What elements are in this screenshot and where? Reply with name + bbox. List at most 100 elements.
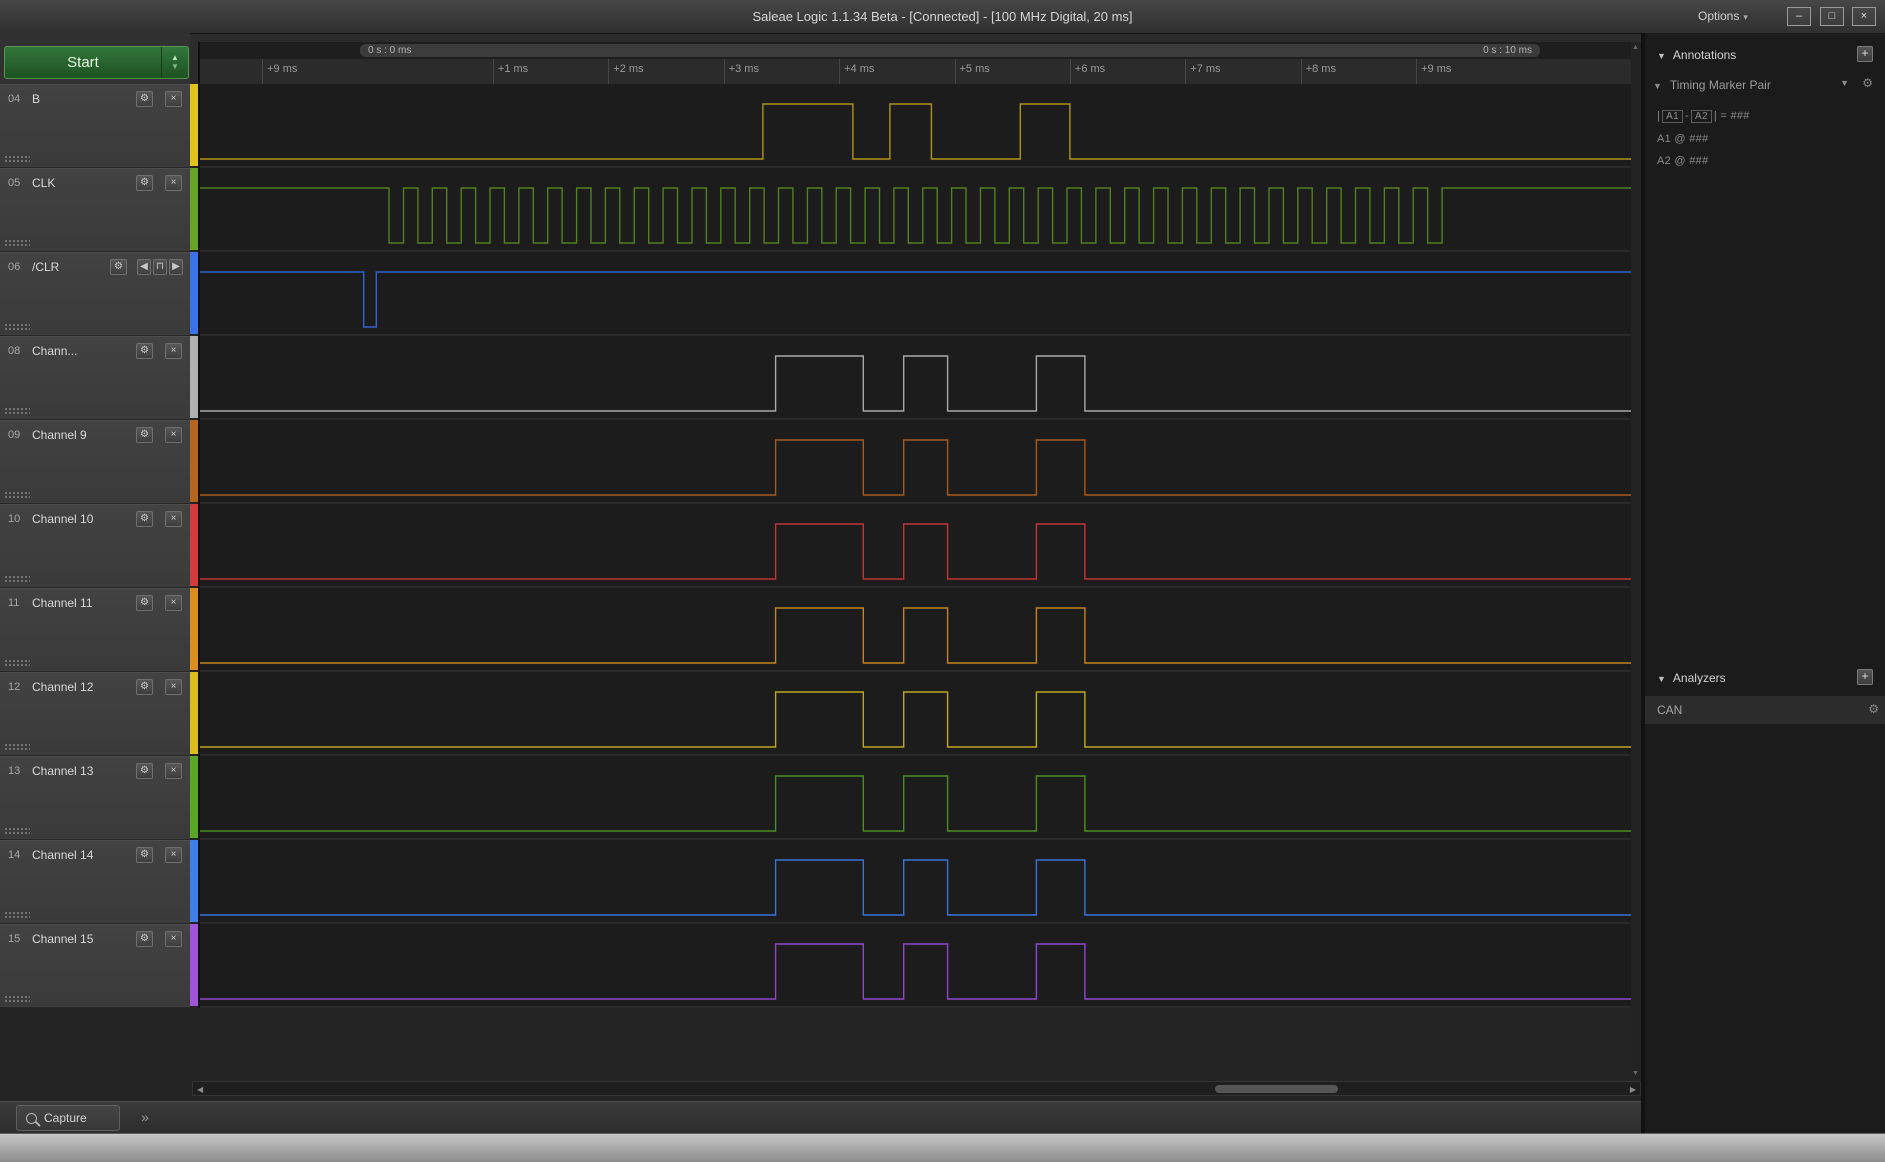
channel-settings-icon[interactable]: ⚙ <box>136 91 153 107</box>
marker-delta-line: | A1- A2 | = ### <box>1657 110 1750 123</box>
more-tabs-button[interactable]: » <box>132 1105 158 1131</box>
channel-remove-icon[interactable]: × <box>165 763 182 779</box>
add-analyzer-button[interactable]: + <box>1857 669 1873 685</box>
channel-drag-handle[interactable] <box>4 407 30 415</box>
channel-name[interactable]: B <box>32 92 40 106</box>
channel-drag-handle[interactable] <box>4 827 30 835</box>
maximize-button[interactable]: □ <box>1820 7 1844 26</box>
waveform-trace <box>200 691 1631 748</box>
channel-color-strip <box>190 168 198 252</box>
channel-drag-handle[interactable] <box>4 911 30 919</box>
waveform-area[interactable] <box>198 84 1631 1008</box>
timeline-tick <box>262 59 264 84</box>
channel-drag-handle[interactable] <box>4 323 30 331</box>
channel-remove-icon[interactable]: × <box>165 595 182 611</box>
waveform-row-13[interactable] <box>200 756 1631 840</box>
waveform-row-09[interactable] <box>200 420 1631 504</box>
scroll-right-icon[interactable]: ▶ <box>1630 1084 1636 1095</box>
channel-remove-icon[interactable]: × <box>165 511 182 527</box>
channel-name[interactable]: Channel 11 <box>32 596 93 610</box>
annotations-title: Annotations <box>1672 48 1737 62</box>
waveform-row-10[interactable] <box>200 504 1631 588</box>
start-capture-button[interactable]: Start ▲ ▼ <box>4 46 189 79</box>
vertical-scrollbar[interactable]: ▲ ▼ <box>1631 42 1641 1079</box>
channel-name[interactable]: Channel 14 <box>32 848 93 862</box>
channel-name[interactable]: /CLR <box>32 260 59 274</box>
waveform-row-08[interactable] <box>200 336 1631 420</box>
delta-value: ### <box>1730 110 1750 122</box>
channel-row-13: 13 Channel 13 ⚙ × <box>0 756 190 840</box>
chevron-down-icon[interactable]: ▼ <box>1653 81 1662 91</box>
marker-a1-chip: A1 <box>1662 110 1684 123</box>
add-annotation-button[interactable]: + <box>1857 46 1873 62</box>
waveform-empty-area <box>0 1008 1641 1079</box>
gear-icon[interactable]: ⚙ <box>1862 76 1873 90</box>
capture-extent-bar[interactable]: 0 s : 0 ms 0 s : 10 ms <box>360 44 1540 57</box>
waveform-row-11[interactable] <box>200 588 1631 672</box>
channel-remove-icon[interactable]: × <box>165 427 182 443</box>
channel-color-strip <box>190 420 198 504</box>
channel-color-strips <box>190 84 198 1008</box>
channel-remove-icon[interactable]: × <box>165 91 182 107</box>
dropdown-icon[interactable]: ▼ <box>1840 78 1849 88</box>
minimize-button[interactable]: – <box>1787 7 1811 26</box>
waveform-row-15[interactable] <box>200 924 1631 1008</box>
channel-remove-icon[interactable]: × <box>165 931 182 947</box>
channel-name[interactable]: Channel 15 <box>32 932 93 946</box>
channel-name[interactable]: Channel 9 <box>32 428 87 442</box>
channel-settings-icon[interactable]: ⚙ <box>110 259 127 275</box>
waveform-trace <box>200 943 1631 1000</box>
channel-settings-icon[interactable]: ⚙ <box>136 343 153 359</box>
channel-remove-icon[interactable]: × <box>165 343 182 359</box>
channel-settings-icon[interactable]: ⚙ <box>136 847 153 863</box>
channel-drag-handle[interactable] <box>4 155 30 163</box>
channel-drag-handle[interactable] <box>4 995 30 1003</box>
channel-settings-icon[interactable]: ⚙ <box>136 175 153 191</box>
analyzer-item-can[interactable]: CAN ⚙ <box>1645 696 1885 724</box>
trigger-left-icon[interactable]: ◀ <box>137 259 151 275</box>
start-options-split[interactable]: ▲ ▼ <box>161 47 188 78</box>
scroll-left-icon[interactable]: ◀ <box>197 1084 203 1095</box>
marker-a2-line: A2 @ ### <box>1657 155 1709 167</box>
channel-name[interactable]: Channel 13 <box>32 764 93 778</box>
channel-name[interactable]: Channel 12 <box>32 680 93 694</box>
capture-tab[interactable]: Capture <box>16 1105 120 1131</box>
channel-name[interactable]: Channel 10 <box>32 512 93 526</box>
horizontal-scroll-thumb[interactable] <box>1215 1085 1338 1093</box>
waveform-row-05[interactable] <box>200 168 1631 252</box>
channel-remove-icon[interactable]: × <box>165 847 182 863</box>
waveform-row-12[interactable] <box>200 672 1631 756</box>
waveform-row-14[interactable] <box>200 840 1631 924</box>
timing-marker-pair-row[interactable]: ▼ Timing Marker Pair ▼ ⚙ <box>1653 76 1881 96</box>
trigger-right-icon[interactable]: ▶ <box>169 259 183 275</box>
scroll-down-icon[interactable]: ▼ <box>1632 1070 1639 1077</box>
waveform-row-06[interactable] <box>200 252 1631 336</box>
channel-remove-icon[interactable]: × <box>165 679 182 695</box>
channel-drag-handle[interactable] <box>4 239 30 247</box>
channel-name[interactable]: Chann... <box>32 344 77 358</box>
channel-settings-icon[interactable]: ⚙ <box>136 595 153 611</box>
horizontal-scrollbar[interactable]: ◀ ▶ <box>192 1081 1641 1096</box>
channel-settings-icon[interactable]: ⚙ <box>136 679 153 695</box>
close-button[interactable]: × <box>1852 7 1876 26</box>
channel-name[interactable]: CLK <box>32 176 55 190</box>
trigger-pulse-icon[interactable]: ⊓ <box>153 259 167 275</box>
chevron-down-icon[interactable]: ▼ <box>1657 674 1666 684</box>
channel-drag-handle[interactable] <box>4 743 30 751</box>
channel-settings-icon[interactable]: ⚙ <box>136 763 153 779</box>
channel-remove-icon[interactable]: × <box>165 175 182 191</box>
channel-drag-handle[interactable] <box>4 491 30 499</box>
waveform-row-04[interactable] <box>200 84 1631 168</box>
channel-settings-icon[interactable]: ⚙ <box>136 931 153 947</box>
channel-settings-icon[interactable]: ⚙ <box>136 511 153 527</box>
timeline-tick-row[interactable]: +9 ms +1 ms +2 ms +3 ms +4 ms +5 ms +6 ms +7 ms… <box>198 59 1631 85</box>
extent-start-label: 0 s : 0 ms <box>368 45 412 56</box>
gear-icon[interactable]: ⚙ <box>1868 702 1879 716</box>
title-bar: Saleae Logic 1.1.34 Beta - [Connected] -… <box>0 0 1885 34</box>
chevron-down-icon[interactable]: ▼ <box>1657 51 1666 61</box>
options-menu[interactable]: Options ▾ <box>1698 0 1748 33</box>
channel-settings-icon[interactable]: ⚙ <box>136 427 153 443</box>
scroll-up-icon[interactable]: ▲ <box>1632 44 1639 51</box>
channel-drag-handle[interactable] <box>4 659 30 667</box>
channel-drag-handle[interactable] <box>4 575 30 583</box>
